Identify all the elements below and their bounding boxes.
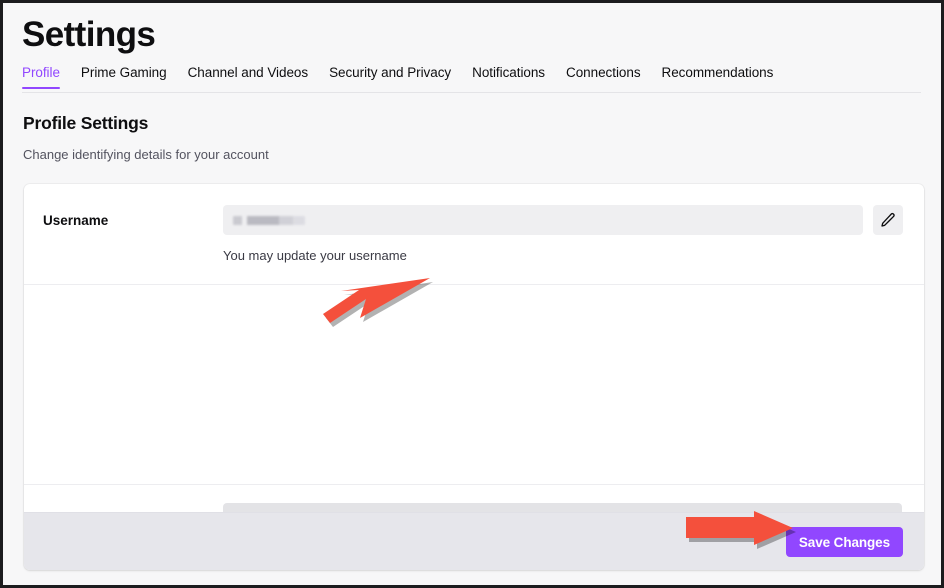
tab-label: Security and Privacy	[329, 65, 452, 80]
tab-label: Notifications	[472, 65, 546, 80]
tab-bar-divider	[22, 92, 921, 93]
username-row: Username You may update your username	[24, 184, 924, 285]
settings-page: Settings Profile Prime Gaming Channel an…	[3, 3, 941, 585]
card-footer: Save Changes	[24, 512, 924, 570]
page-title: Settings	[22, 15, 156, 54]
tab-connections[interactable]: Connections	[566, 65, 641, 89]
tab-notifications[interactable]: Notifications	[472, 65, 545, 89]
username-hint: You may update your username	[223, 248, 407, 263]
profile-settings-card: Username You may update your username Di…	[24, 184, 924, 570]
edit-username-button[interactable]	[873, 205, 903, 235]
save-changes-button[interactable]: Save Changes	[785, 527, 903, 557]
tab-label: Prime Gaming	[80, 65, 167, 80]
tab-bar: Profile Prime Gaming Channel and Videos …	[22, 65, 921, 93]
tab-security-and-privacy[interactable]: Security and Privacy	[329, 65, 451, 89]
username-input[interactable]	[223, 205, 863, 235]
section-subtitle: Change identifying details for your acco…	[23, 147, 269, 162]
tab-prime-gaming[interactable]: Prime Gaming	[81, 65, 167, 89]
display-name-row: Display Name groovyPost Customize capita…	[24, 386, 924, 565]
tab-label: Channel and Videos	[187, 65, 309, 80]
redacted-username-value	[233, 215, 305, 225]
tab-recommendations[interactable]: Recommendations	[662, 65, 774, 89]
tab-label: Recommendations	[661, 65, 774, 80]
pencil-icon	[881, 213, 895, 227]
section-title: Profile Settings	[23, 113, 149, 133]
tab-label: Profile	[22, 65, 60, 80]
tab-label: Connections	[566, 65, 641, 80]
username-label: Username	[43, 213, 109, 228]
tab-channel-and-videos[interactable]: Channel and Videos	[187, 65, 309, 89]
tab-profile[interactable]: Profile	[22, 65, 60, 89]
